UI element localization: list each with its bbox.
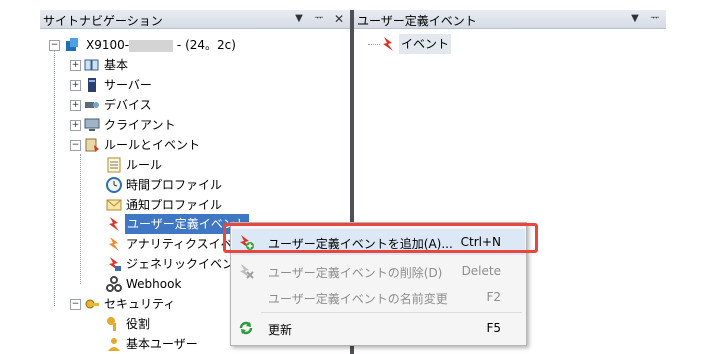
expand-toggle[interactable]: +	[70, 80, 81, 91]
tree-line	[80, 154, 81, 284]
tree-label: 基本	[104, 58, 129, 72]
tree-label: 役割	[126, 317, 151, 331]
tree-label: 基本ユーザー	[126, 337, 198, 351]
rules-icon	[85, 138, 99, 152]
tree-label: Webhook	[126, 277, 182, 291]
keys-icon	[107, 317, 116, 331]
highlight-callout	[223, 223, 538, 253]
user-event-icon	[383, 37, 393, 51]
collapse-toggle[interactable]: −	[49, 40, 60, 51]
list-icon	[107, 157, 121, 173]
book-icon	[84, 59, 99, 71]
collapse-toggle[interactable]: −	[70, 140, 81, 151]
event-label: イベント	[399, 34, 452, 54]
menu-item-shortcut: Delete	[461, 264, 501, 278]
collapse-toggle[interactable]: −	[70, 299, 81, 310]
menu-item-shortcut: F2	[486, 290, 501, 304]
tree-node-server[interactable]: − X9100- - (24。2c)	[46, 35, 346, 55]
dropdown-icon[interactable]: ▼	[628, 11, 642, 27]
analytics-event-icon	[109, 237, 119, 251]
tree-line	[54, 44, 55, 306]
envelope-icon	[106, 199, 122, 211]
user-icon	[108, 338, 120, 351]
generic-event-icon	[109, 257, 121, 271]
menu-item-label: ユーザー定義イベントの名前変更	[268, 292, 448, 306]
tree-label: X9100- - (24。2c)	[86, 35, 236, 55]
security-icon	[85, 299, 99, 309]
server-icon	[66, 38, 78, 51]
refresh-item[interactable]: 更新 F5	[232, 315, 525, 341]
delete-user-defined-event-item[interactable]: ユーザー定義イベントの削除(D) Delete	[232, 258, 525, 284]
webhook-icon	[106, 276, 122, 292]
expand-toggle[interactable]: +	[70, 120, 81, 131]
user-event-icon	[109, 217, 119, 231]
pin-icon[interactable]: ᅲ	[648, 11, 662, 27]
server-name: X9100-	[86, 38, 130, 52]
menu-item-shortcut: F5	[486, 321, 501, 335]
pane-title: サイトナビゲーション	[43, 14, 163, 28]
tree-label: 時間プロファイル	[126, 178, 223, 192]
tree-label: クライアント	[104, 118, 176, 132]
server-rack-icon	[88, 78, 96, 92]
tree-label: セキュリティ	[104, 297, 176, 311]
rename-user-defined-event-item[interactable]: ユーザー定義イベントの名前変更 F2	[232, 284, 525, 310]
redacted-text	[129, 39, 174, 52]
pane-title: ユーザー定義イベント	[357, 14, 477, 28]
menu-item-label: ユーザー定義イベントの削除(D)	[268, 266, 443, 280]
close-icon[interactable]: ✕	[332, 11, 346, 27]
tree-line	[368, 44, 380, 45]
refresh-icon	[239, 321, 253, 335]
monitor-icon	[84, 118, 100, 131]
tree-label: ルール	[126, 158, 163, 172]
expand-toggle[interactable]: +	[70, 100, 81, 111]
tree-label: サーバー	[104, 78, 152, 92]
dropdown-icon[interactable]: ▼	[292, 11, 306, 27]
menu-item-label: 更新	[268, 323, 293, 337]
expand-toggle[interactable]: +	[70, 60, 81, 71]
clock-icon	[106, 177, 122, 193]
tree-label: ルールとイベント	[104, 138, 201, 152]
menu-separator	[261, 312, 522, 313]
pin-icon[interactable]: ᅲ	[312, 11, 326, 27]
tree-label: 通知プロファイル	[126, 198, 223, 212]
tree-label: デバイス	[104, 98, 152, 112]
user-defined-events-header: ユーザー定義イベント ▼ ᅲ	[354, 10, 666, 29]
devices-icon	[85, 102, 99, 108]
delete-event-icon	[240, 264, 254, 279]
site-navigation-header: サイトナビゲーション ▼ ᅲ ✕	[40, 10, 350, 29]
server-version: - (24。2c)	[176, 38, 236, 52]
tree-label: ジェネリックイベント	[126, 257, 247, 271]
